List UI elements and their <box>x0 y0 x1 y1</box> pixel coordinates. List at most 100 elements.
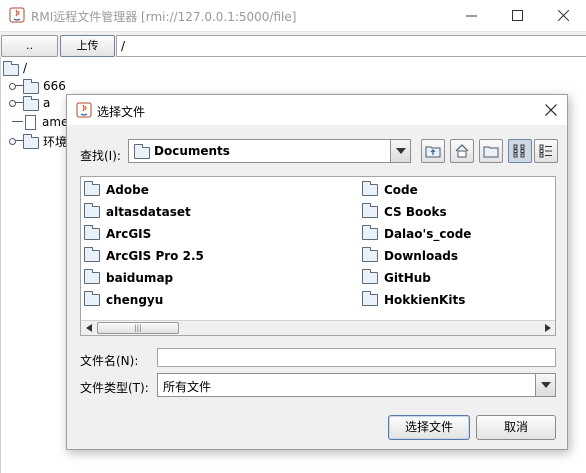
chevron-down-icon[interactable] <box>390 140 410 162</box>
filename-label: 文件名(N): <box>80 354 139 368</box>
tree-item-label: 环境 <box>43 134 68 149</box>
folder-icon <box>362 269 378 284</box>
tree-item-label: ame <box>42 115 69 129</box>
list-item-label: Downloads <box>384 249 459 263</box>
folder-icon <box>362 225 378 240</box>
tree-item[interactable]: ame <box>9 113 68 131</box>
folder-icon <box>23 95 39 111</box>
list-item[interactable]: Dalao's_code <box>362 225 471 243</box>
filetype-combo[interactable]: 所有文件 <box>157 373 556 397</box>
close-window-button[interactable] <box>540 0 586 31</box>
list-item[interactable]: ArcGIS <box>84 225 151 243</box>
file-list[interactable]: Adobe altasdataset ArcGIS ArcGIS Pro 2.5… <box>80 176 556 336</box>
arrow-right-icon <box>544 324 551 332</box>
list-item-label: ArcGIS <box>106 227 152 241</box>
file-chooser-dialog: 选择文件 查找(I): Documents Adobe altasdataset… <box>66 94 568 450</box>
filename-input[interactable] <box>157 348 556 367</box>
list-item-label: Dalao's_code <box>384 227 472 241</box>
list-item-label: GitHub <box>384 271 431 285</box>
list-item[interactable]: chengyu <box>84 291 163 309</box>
dialog-body: 查找(I): Documents Adobe altasdataset ArcG… <box>67 125 567 449</box>
folder-icon <box>84 247 100 262</box>
list-item[interactable]: baidumap <box>84 269 173 287</box>
approve-button[interactable]: 选择文件 <box>388 415 470 440</box>
main-titlebar: RMI远程文件管理器 [rmi://127.0.0.1:5000/file] <box>0 0 586 31</box>
list-item-label: ArcGIS Pro 2.5 <box>106 249 204 263</box>
chevron-down-icon[interactable] <box>535 374 555 396</box>
maximize-button[interactable] <box>494 0 540 31</box>
folder-icon <box>84 203 100 218</box>
parent-directory-button[interactable]: .. <box>1 35 58 57</box>
window-title: RMI远程文件管理器 [rmi://127.0.0.1:5000/file] <box>31 10 297 24</box>
tree-root[interactable]: / <box>3 59 27 77</box>
java-app-icon <box>76 102 92 118</box>
list-item[interactable]: Code <box>362 181 418 199</box>
scroll-left-button[interactable] <box>81 321 96 335</box>
file-icon <box>25 114 36 130</box>
folder-icon <box>23 133 39 149</box>
new-folder-button[interactable] <box>479 139 503 163</box>
minimize-button[interactable] <box>448 0 494 31</box>
folder-icon <box>362 203 378 218</box>
java-app-icon <box>9 7 25 23</box>
list-item-label: Adobe <box>106 183 149 197</box>
tree-connector <box>9 117 23 127</box>
list-item[interactable]: CS Books <box>362 203 447 221</box>
look-in-label: 查找(I): <box>80 149 121 163</box>
path-input[interactable]: / <box>116 35 586 57</box>
look-in-value: Documents <box>154 144 230 158</box>
look-in-combo[interactable]: Documents <box>128 139 411 163</box>
dialog-close-button[interactable] <box>535 95 567 125</box>
tree-item[interactable]: 666 <box>9 77 66 95</box>
list-item-label: baidumap <box>106 271 174 285</box>
list-item[interactable]: HokkienKits <box>362 291 465 309</box>
list-item[interactable]: ArcGIS Pro 2.5 <box>84 247 204 265</box>
details-view-button[interactable] <box>534 139 558 163</box>
tree-item[interactable]: 环境 <box>9 132 67 150</box>
folder-icon <box>134 144 150 159</box>
upload-button[interactable]: 上传 <box>60 35 115 57</box>
expand-toggle-icon[interactable] <box>9 136 23 146</box>
folder-icon <box>362 291 378 306</box>
expand-toggle-icon[interactable] <box>9 81 23 91</box>
home-icon <box>455 144 469 158</box>
filetype-value: 所有文件 <box>163 380 212 394</box>
main-toolbar: .. 上传 / <box>0 31 586 57</box>
folder-icon <box>362 181 378 196</box>
list-item-label: altasdataset <box>106 205 191 219</box>
new-folder-icon <box>483 146 499 158</box>
filetype-label: 文件类型(T): <box>80 381 149 395</box>
tree-item-label: a <box>43 96 51 110</box>
arrow-left-icon <box>85 324 92 332</box>
folder-icon <box>84 269 100 284</box>
list-item-label: Code <box>384 183 418 197</box>
horizontal-scrollbar[interactable]: ||| <box>81 320 555 335</box>
folder-icon <box>84 225 100 240</box>
list-item[interactable]: Downloads <box>362 247 458 265</box>
cancel-button[interactable]: 取消 <box>476 415 556 440</box>
list-item[interactable]: altasdataset <box>84 203 191 221</box>
list-item-label: HokkienKits <box>384 293 466 307</box>
up-folder-icon <box>425 146 441 158</box>
folder-icon <box>84 181 100 196</box>
list-view-icon <box>513 144 525 158</box>
expand-toggle-icon[interactable] <box>9 98 23 108</box>
dialog-title: 选择文件 <box>97 105 146 119</box>
list-item-label: CS Books <box>384 205 447 219</box>
tree-item[interactable]: a <box>9 94 50 112</box>
scrollbar-thumb[interactable]: ||| <box>97 322 179 334</box>
list-item-label: chengyu <box>106 293 164 307</box>
details-view-icon <box>539 144 552 158</box>
dialog-titlebar: 选择文件 <box>67 95 567 125</box>
folder-icon <box>84 291 100 306</box>
list-view-button[interactable] <box>508 139 532 163</box>
list-item[interactable]: GitHub <box>362 269 431 287</box>
home-button[interactable] <box>450 139 474 163</box>
folder-icon <box>3 60 19 76</box>
scroll-right-button[interactable] <box>540 321 555 335</box>
tree-item-label: 666 <box>43 79 66 93</box>
folder-icon <box>362 247 378 262</box>
tree-root-label: / <box>23 61 28 75</box>
up-folder-button[interactable] <box>421 139 445 163</box>
list-item[interactable]: Adobe <box>84 181 149 199</box>
